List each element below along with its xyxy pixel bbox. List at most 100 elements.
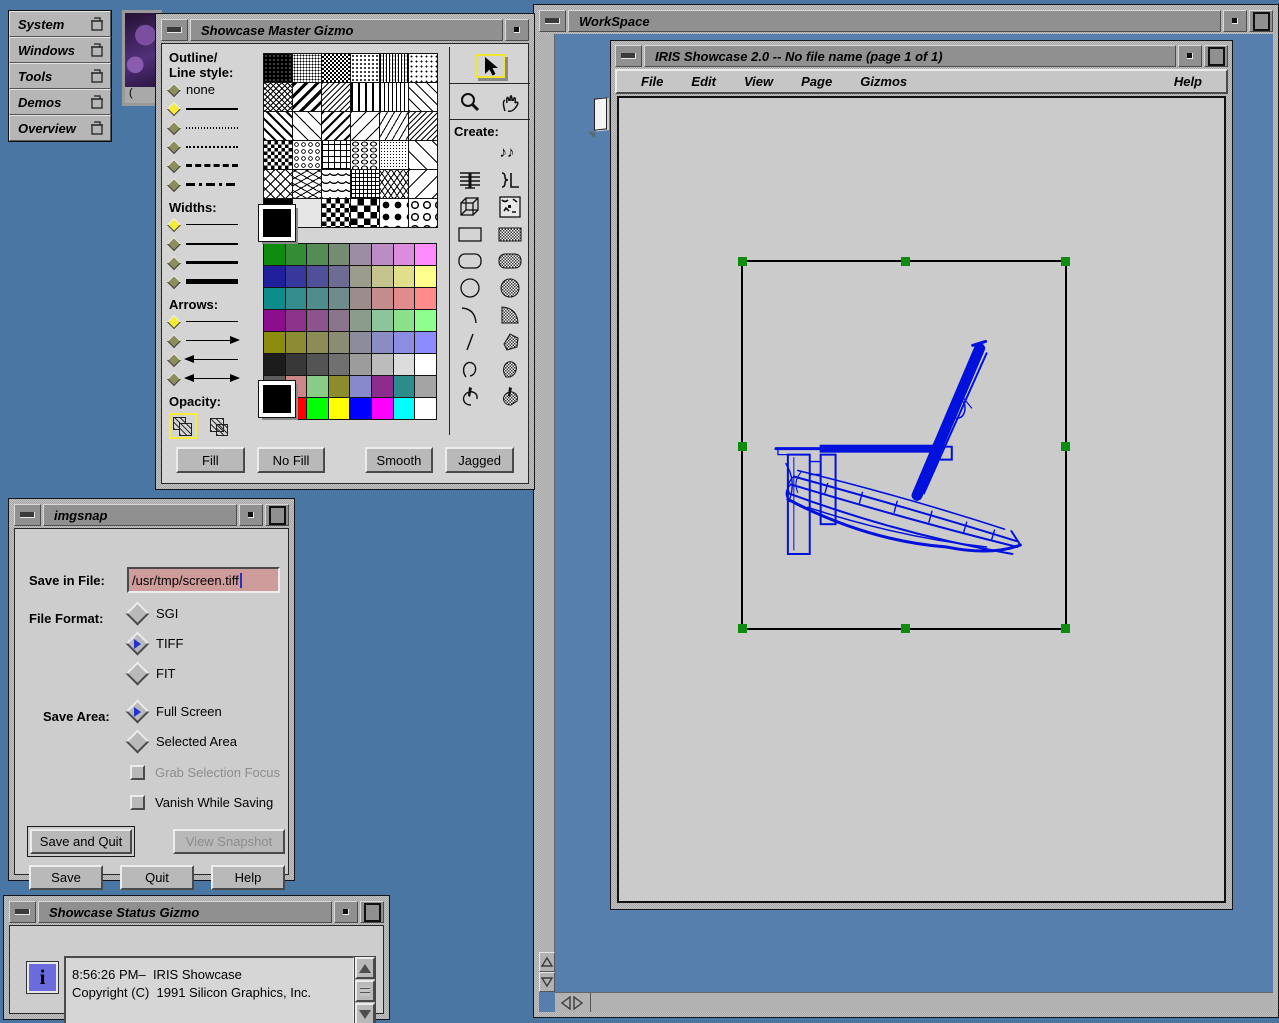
scroll-down-button[interactable] (355, 1003, 375, 1023)
minimize-button[interactable] (1223, 10, 1247, 32)
workspace-title[interactable]: WorkSpace (568, 10, 1221, 32)
color-swatch[interactable] (415, 332, 436, 353)
pattern-swatch[interactable] (351, 112, 379, 140)
drawing-canvas[interactable] (617, 96, 1226, 903)
view-snapshot-button[interactable]: View Snapshot (173, 829, 285, 854)
color-swatch[interactable] (394, 376, 415, 397)
selection-handle-sw[interactable] (738, 624, 747, 633)
scroll-left-right-buttons[interactable] (555, 993, 591, 1012)
area-selected-option[interactable]: Selected Area (129, 733, 237, 750)
opacity-opaque-button[interactable] (169, 413, 197, 439)
selection-handle-n[interactable] (901, 257, 910, 266)
pattern-swatch[interactable] (351, 141, 379, 169)
maximize-button[interactable] (1249, 10, 1273, 32)
pointer-tool[interactable] (475, 54, 505, 78)
color-swatch[interactable] (307, 398, 328, 419)
line-style-dashed[interactable] (169, 156, 261, 175)
page-list-icon[interactable] (594, 97, 607, 130)
maximize-button[interactable] (1204, 45, 1228, 67)
color-swatch[interactable] (286, 266, 307, 287)
color-swatch[interactable] (350, 288, 371, 309)
line-style-dash-dot[interactable] (169, 175, 261, 194)
color-swatch[interactable] (329, 398, 350, 419)
image-tool[interactable] (495, 195, 525, 219)
pattern-swatch[interactable] (322, 54, 350, 82)
color-swatch[interactable] (350, 332, 371, 353)
window-menu-button[interactable] (615, 45, 642, 67)
width-1[interactable] (169, 215, 261, 234)
minimize-button[interactable] (239, 504, 263, 526)
color-swatch[interactable] (415, 398, 436, 419)
pattern-swatch[interactable] (264, 112, 292, 140)
color-swatch[interactable] (307, 310, 328, 331)
pattern-swatch[interactable] (322, 199, 350, 227)
menu-page[interactable]: Page (787, 74, 846, 89)
menu-view[interactable]: View (730, 74, 787, 89)
master-gizmo-title[interactable]: Showcase Master Gizmo (190, 19, 503, 41)
color-swatch[interactable] (394, 310, 415, 331)
pattern-swatch[interactable] (409, 54, 437, 82)
pattern-swatch[interactable] (351, 170, 379, 198)
toolchest-item-demos[interactable]: Demos (9, 89, 111, 115)
smooth-button[interactable]: Smooth (365, 447, 434, 473)
color-swatch[interactable] (307, 332, 328, 353)
color-swatch[interactable] (329, 354, 350, 375)
selection-rectangle[interactable] (741, 260, 1067, 630)
filled-arc-tool[interactable] (495, 303, 525, 327)
color-swatch[interactable] (329, 310, 350, 331)
color-swatch[interactable] (415, 288, 436, 309)
imgsnap-title[interactable]: imgsnap (43, 504, 237, 526)
color-swatch[interactable] (286, 310, 307, 331)
pattern-swatch[interactable] (351, 199, 379, 227)
color-swatch[interactable] (307, 288, 328, 309)
filled-rounded-rect-tool[interactable] (495, 249, 525, 273)
selection-handle-e[interactable] (1061, 442, 1070, 451)
line-style-dots[interactable] (169, 137, 261, 156)
color-swatch[interactable] (415, 244, 436, 265)
pattern-swatch[interactable] (351, 83, 379, 111)
color-swatch[interactable] (329, 332, 350, 353)
scroll-up-button[interactable] (355, 957, 375, 979)
pattern-swatch[interactable] (380, 54, 408, 82)
arc-tool[interactable] (455, 303, 485, 327)
arrow-both[interactable] (169, 369, 261, 388)
toolchest-item-overview[interactable]: Overview (9, 115, 111, 141)
color-swatch[interactable] (264, 332, 285, 353)
jagged-button[interactable]: Jagged (445, 447, 514, 473)
menu-help[interactable]: Help (1160, 74, 1216, 89)
status-gizmo-title[interactable]: Showcase Status Gizmo (38, 901, 332, 923)
rectangle-tool[interactable] (455, 222, 485, 246)
color-swatch[interactable] (329, 266, 350, 287)
toolchest-item-windows[interactable]: Windows (9, 37, 111, 63)
minimize-button[interactable] (334, 901, 358, 923)
filled-curve-tool[interactable] (495, 357, 525, 381)
color-swatch[interactable] (415, 354, 436, 375)
fill-button[interactable]: Fill (176, 447, 245, 473)
maximize-button[interactable] (360, 901, 384, 923)
pattern-swatch[interactable] (322, 112, 350, 140)
color-swatch[interactable] (286, 244, 307, 265)
pattern-swatch[interactable] (264, 83, 292, 111)
sound-tool[interactable]: ♪♪ (492, 141, 522, 165)
pattern-swatch[interactable] (293, 170, 321, 198)
zoom-tool[interactable] (455, 90, 485, 114)
color-swatch[interactable] (372, 354, 393, 375)
save-and-quit-button[interactable]: Save and Quit (30, 829, 132, 854)
pattern-swatch[interactable] (322, 170, 350, 198)
no-fill-button[interactable]: No Fill (257, 447, 326, 473)
color-swatch[interactable] (415, 310, 436, 331)
pattern-swatch[interactable] (409, 170, 437, 198)
pattern-swatch[interactable] (264, 170, 292, 198)
color-swatch[interactable] (307, 354, 328, 375)
maximize-button[interactable] (265, 504, 289, 526)
color-swatch[interactable] (415, 376, 436, 397)
line-style-solid[interactable] (169, 99, 261, 118)
pattern-swatch[interactable] (380, 170, 408, 198)
selection-handle-nw[interactable] (738, 257, 747, 266)
toolchest-item-system[interactable]: System (9, 11, 111, 37)
filled-freehand-tool[interactable] (495, 384, 525, 408)
3d-object-tool[interactable] (455, 195, 485, 219)
color-swatch[interactable] (394, 288, 415, 309)
pattern-swatch[interactable] (380, 112, 408, 140)
freehand-tool[interactable] (455, 384, 485, 408)
